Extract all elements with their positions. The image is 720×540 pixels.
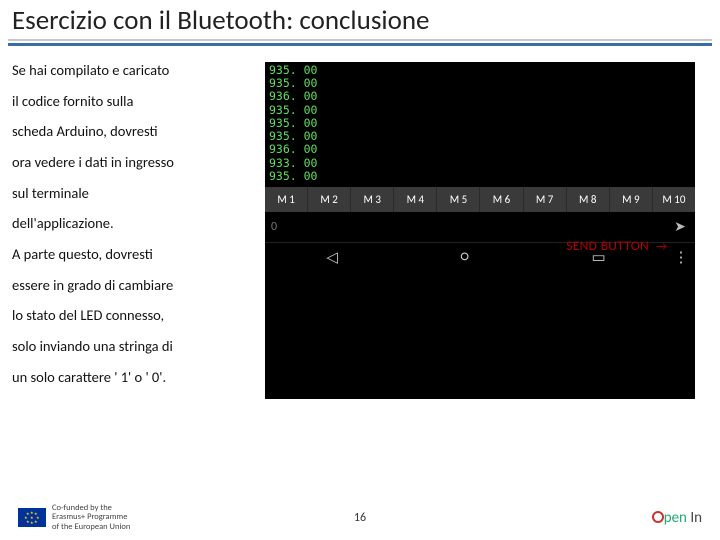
phone-screenshot: 935. 00 935. 00 936. 00 935. 00 935. 00 … xyxy=(265,62,695,399)
footer: Co-funded by the Erasmus+ Programme of t… xyxy=(0,504,720,532)
macro-button[interactable]: M 2 xyxy=(308,187,351,212)
divider-grey xyxy=(8,39,712,41)
para-line: A parte questo, dovresti xyxy=(12,246,257,263)
para-line: un solo carattere ' 1' o ' 0'. xyxy=(12,369,257,386)
menu-icon[interactable]: ⋮ xyxy=(667,243,695,272)
para-line: essere in grado di cambiare xyxy=(12,277,257,294)
arrow-icon: → xyxy=(656,240,667,254)
para-line: ora vedere i dati in ingresso xyxy=(12,154,257,171)
macro-button[interactable]: M 8 xyxy=(567,187,610,212)
logo-o-icon xyxy=(652,511,664,523)
cofund-line: of the European Union xyxy=(52,523,130,532)
macro-button[interactable]: M 10 xyxy=(653,187,695,212)
terminal-line: 933. 00 xyxy=(269,157,691,170)
eu-flag-icon xyxy=(18,508,46,527)
terminal-line: 935. 00 xyxy=(269,77,691,90)
para-line: Se hai compilato e caricato xyxy=(12,62,257,79)
terminal-line: 935. 00 xyxy=(269,117,691,130)
para-line: sul terminale xyxy=(12,185,257,202)
home-icon[interactable]: ○ xyxy=(461,248,469,266)
page-number: 16 xyxy=(354,511,366,525)
macro-button[interactable]: M 4 xyxy=(394,187,437,212)
terminal-line: 936. 00 xyxy=(269,143,691,156)
para-line: dell'applicazione. xyxy=(12,215,257,232)
terminal-line: 936. 00 xyxy=(269,90,691,103)
macro-button[interactable]: M 5 xyxy=(437,187,480,212)
terminal-line: 935. 00 xyxy=(269,130,691,143)
terminal-line: 935. 00 xyxy=(269,104,691,117)
macro-button[interactable]: M 9 xyxy=(610,187,653,212)
terminal-line: 935. 00 xyxy=(269,64,691,77)
openin-logo: pen In xyxy=(652,509,702,527)
eu-cofund: Co-funded by the Erasmus+ Programme of t… xyxy=(18,504,130,532)
macro-button[interactable]: M 1 xyxy=(265,187,308,212)
macro-button[interactable]: M 3 xyxy=(351,187,394,212)
macro-button[interactable]: M 7 xyxy=(524,187,567,212)
para-line: il codice fornito sulla xyxy=(12,93,257,110)
macro-row: M 1 M 2 M 3 M 4 M 5 M 6 M 7 M 8 M 9 M 10 xyxy=(265,187,695,212)
para-line: solo inviando una stringa di xyxy=(12,338,257,355)
back-icon[interactable]: ◁ xyxy=(326,248,338,267)
terminal-line: 935. 00 xyxy=(269,170,691,183)
body-text: Se hai compilato e caricato il codice fo… xyxy=(12,62,257,399)
para-line: scheda Arduino, dovresti xyxy=(12,123,257,140)
content-area: Se hai compilato e caricato il codice fo… xyxy=(0,46,720,403)
command-input[interactable]: 0 xyxy=(265,220,665,234)
send-button-annotation: SEND BUTTON xyxy=(566,237,649,254)
send-button[interactable]: ➤ xyxy=(665,218,695,235)
terminal-output: 935. 00 935. 00 936. 00 935. 00 935. 00 … xyxy=(265,62,695,187)
macro-button[interactable]: M 6 xyxy=(480,187,523,212)
slide-title: Esercizio con il Bluetooth: conclusione xyxy=(0,0,720,39)
para-line: lo stato del LED connesso, xyxy=(12,307,257,324)
